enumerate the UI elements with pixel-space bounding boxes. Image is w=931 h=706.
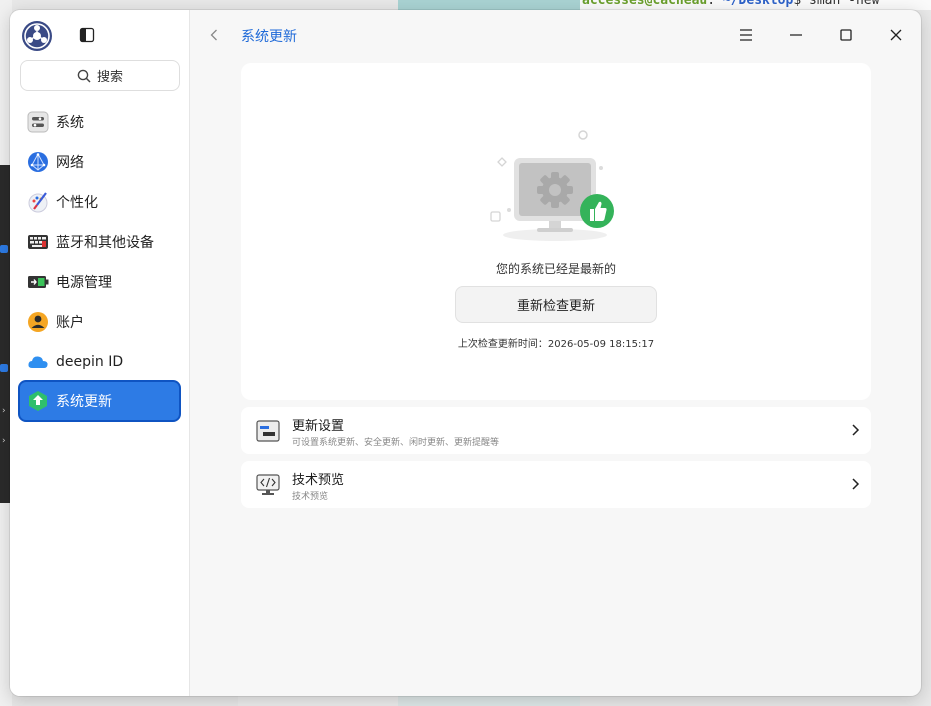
sidebar-item-personalization[interactable]: 个性化 [18,182,181,222]
sidebar-item-network[interactable]: 网络 [18,142,181,182]
sidebar-item-account[interactable]: 账户 [18,302,181,342]
terminal-cmd: $ sman -new [793,0,880,8]
sidebar-item-system-update[interactable]: 系统更新 [18,380,181,422]
last-check-time: 上次检查更新时间：2026-05-09 18:15:17 [457,339,655,350]
sidebar-item-label: 系统更新 [56,394,112,410]
background-checkbox [0,245,8,253]
terminal-sep: : [707,0,723,8]
system-icon [27,111,49,133]
chevron-right-icon [852,424,860,436]
sidebar-item-bluetooth-devices[interactable]: 蓝牙和其他设备 [18,222,181,262]
sidebar-item-label: 账户 [56,315,84,331]
power-icon [28,276,49,288]
account-icon [28,312,48,332]
sidebar-item-label: deepin ID [56,354,124,370]
background-arrow-icon: › [2,436,6,446]
close-icon[interactable] [886,25,906,45]
tech-preview-row[interactable]: 技术预览 技术预览 [241,461,871,508]
breadcrumb[interactable]: 系统更新 [241,26,297,46]
cloud-icon [28,356,48,368]
search-icon [77,69,91,83]
network-icon [28,152,48,172]
row-title: 更新设置 [292,419,345,434]
maximize-icon[interactable] [836,25,856,45]
row-title: 技术预览 [292,473,345,488]
terminal-path: ~/Desktop [722,0,794,8]
update-settings-icon [256,420,280,442]
background-teal-region [398,0,580,10]
sidebar-item-label: 蓝牙和其他设备 [56,235,154,251]
background-teal-bottom [398,696,580,706]
chevron-right-icon [852,478,860,490]
menu-icon[interactable] [736,25,756,45]
search-placeholder: 搜索 [96,70,123,85]
main-content: 系统更新 您的系统已经是最新的 重新检查更新 上次检查更新时间：2026-05-… [191,10,921,696]
app-logo-icon[interactable] [21,20,53,52]
sidebar-item-system[interactable]: 系统 [18,102,181,142]
back-arrow-icon[interactable] [206,27,222,43]
background-terminal: accesses@cacheau: ~/Desktop$ sman -new [580,0,931,10]
up-to-date-illustration-icon [490,130,614,241]
sidebar-toggle-icon[interactable] [79,27,95,43]
terminal-user: accesses@cacheau [582,0,708,8]
sidebar-item-label: 个性化 [56,195,98,211]
update-settings-row[interactable]: 更新设置 可设置系统更新、安全更新、闲时更新、更新提醒等 [241,407,871,454]
recheck-updates-button[interactable]: 重新检查更新 [455,286,657,323]
update-status-card: 您的系统已经是最新的 重新检查更新 上次检查更新时间：2026-05-09 18… [241,63,871,400]
row-subtitle: 可设置系统更新、安全更新、闲时更新、更新提醒等 [292,438,500,448]
sidebar-item-deepin-id[interactable]: deepin ID [18,342,181,382]
sidebar-item-label: 电源管理 [56,275,112,291]
tech-preview-icon [256,474,280,495]
sidebar-item-power[interactable]: 电源管理 [18,262,181,302]
update-icon [29,391,47,411]
row-subtitle: 技术预览 [292,492,329,502]
bluetooth-devices-icon [28,235,48,249]
update-status-text: 您的系统已经是最新的 [495,262,616,276]
background-checkbox [0,364,8,372]
control-center-window: 搜索 系统 网络 个性化 蓝牙和其他设备 电源管理 账户 deepin ID 系… [10,10,921,696]
sidebar-item-label: 系统 [56,115,84,131]
sidebar-item-label: 网络 [56,155,84,171]
personalization-icon [28,192,48,213]
sidebar: 搜索 系统 网络 个性化 蓝牙和其他设备 电源管理 账户 deepin ID 系… [10,10,190,696]
minimize-icon[interactable] [786,25,806,45]
background-arrow-icon: › [2,406,6,416]
search-input[interactable]: 搜索 [20,60,180,91]
background-window-bottom [238,696,398,706]
